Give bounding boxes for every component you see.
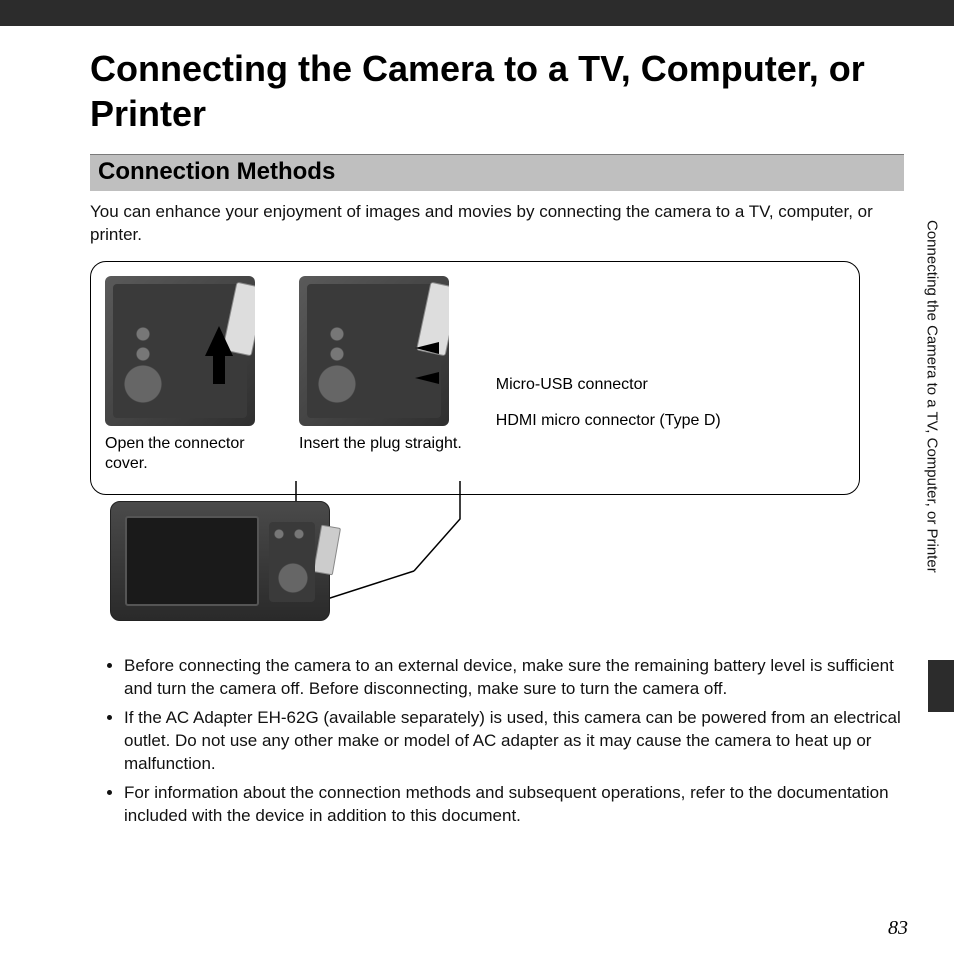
- note-item: For information about the connection met…: [124, 782, 904, 828]
- label-hdmi-micro: HDMI micro connector (Type D): [496, 412, 721, 430]
- side-tab: Connecting the Camera to a TV, Computer,…: [910, 220, 954, 712]
- port-arrow-icon: [415, 342, 439, 354]
- section-heading: Connection Methods: [98, 158, 896, 186]
- callout-pointer-wrap: [110, 501, 880, 631]
- side-tab-label: Connecting the Camera to a TV, Computer,…: [924, 220, 941, 650]
- diagram-caption-right: Insert the plug straight.: [299, 434, 462, 454]
- note-item: If the AC Adapter EH-62G (available sepa…: [124, 707, 904, 776]
- side-tab-marker: [928, 660, 954, 712]
- diagram-callout-box: Open the connector cover. Insert the plu…: [90, 261, 860, 495]
- intro-paragraph: You can enhance your enjoyment of images…: [90, 201, 904, 247]
- diagram-caption-left: Open the connector cover.: [105, 434, 265, 474]
- top-black-bar: [0, 0, 954, 26]
- camera-close-up-ports-icon: [299, 276, 449, 426]
- diagram-middle-column: Insert the plug straight.: [299, 276, 462, 474]
- page-number: 83: [888, 917, 908, 940]
- note-item: Before connecting the camera to an exter…: [124, 655, 904, 701]
- section-heading-bar: Connection Methods: [90, 154, 904, 191]
- camera-close-up-cover-icon: [105, 276, 255, 426]
- port-arrow-icon: [415, 372, 439, 384]
- camera-rear-view-icon: [110, 501, 330, 621]
- diagram-left-column: Open the connector cover.: [105, 276, 265, 474]
- page-content: Connecting the Camera to a TV, Computer,…: [0, 26, 954, 827]
- diagram-labels-column: Micro-USB connector HDMI micro connector…: [496, 276, 721, 474]
- open-cover-arrow-icon: [205, 326, 233, 356]
- notes-list: Before connecting the camera to an exter…: [90, 655, 904, 828]
- page-title: Connecting the Camera to a TV, Computer,…: [90, 46, 904, 136]
- label-micro-usb: Micro-USB connector: [496, 376, 721, 394]
